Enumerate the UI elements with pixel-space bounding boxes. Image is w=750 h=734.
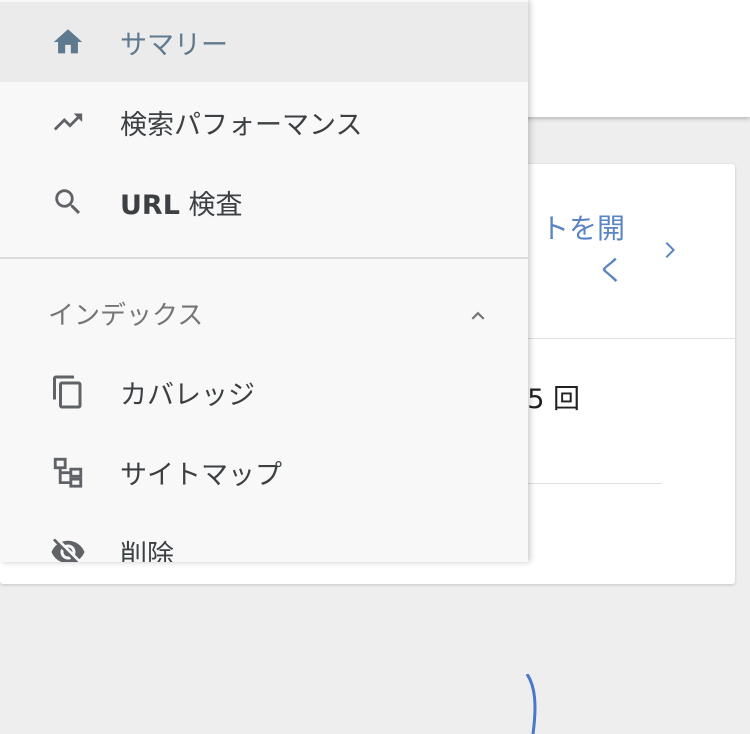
- nav-label-url-inspection: URL 検査: [120, 183, 243, 222]
- nav-item-url-inspection[interactable]: URL 検査: [0, 162, 528, 242]
- section-title: インデックス: [48, 301, 204, 331]
- nav-label-coverage: カバレッジ: [120, 379, 255, 411]
- nav-item-removals[interactable]: 削除: [0, 512, 528, 562]
- trending-up-icon: [48, 102, 88, 142]
- chart-arc: [525, 674, 537, 734]
- nav-item-search-performance[interactable]: 検索パフォーマンス: [0, 82, 528, 162]
- visibility-off-icon: [48, 532, 88, 562]
- copy-icon: [48, 372, 88, 412]
- card-divider: [528, 483, 662, 484]
- sitemap-icon: [48, 452, 88, 492]
- url-bold-text: URL: [120, 189, 180, 221]
- chevron-up-icon: [471, 311, 485, 320]
- nav-label-summary: サマリー: [120, 29, 228, 61]
- nav-label-sitemap: サイトマップ: [120, 459, 282, 491]
- nav-label-removals: 削除: [120, 539, 174, 563]
- nav-item-sitemap[interactable]: サイトマップ: [0, 432, 528, 512]
- nav-label-search-performance: 検索パフォーマンス: [120, 109, 363, 141]
- search-icon: [48, 182, 88, 222]
- nav-item-coverage[interactable]: カバレッジ: [0, 352, 528, 432]
- section-index-header[interactable]: インデックス: [0, 283, 528, 343]
- chevron-right-icon: [665, 242, 675, 258]
- inspection-text: 検査: [179, 189, 243, 221]
- home-icon: [48, 22, 88, 62]
- nav-item-summary[interactable]: サマリー: [0, 2, 528, 82]
- navigation-drawer: サマリー 検索パフォーマンス URL 検査 インデックス カバレッジ サイトマッ…: [0, 0, 528, 562]
- drawer-divider: [0, 257, 528, 259]
